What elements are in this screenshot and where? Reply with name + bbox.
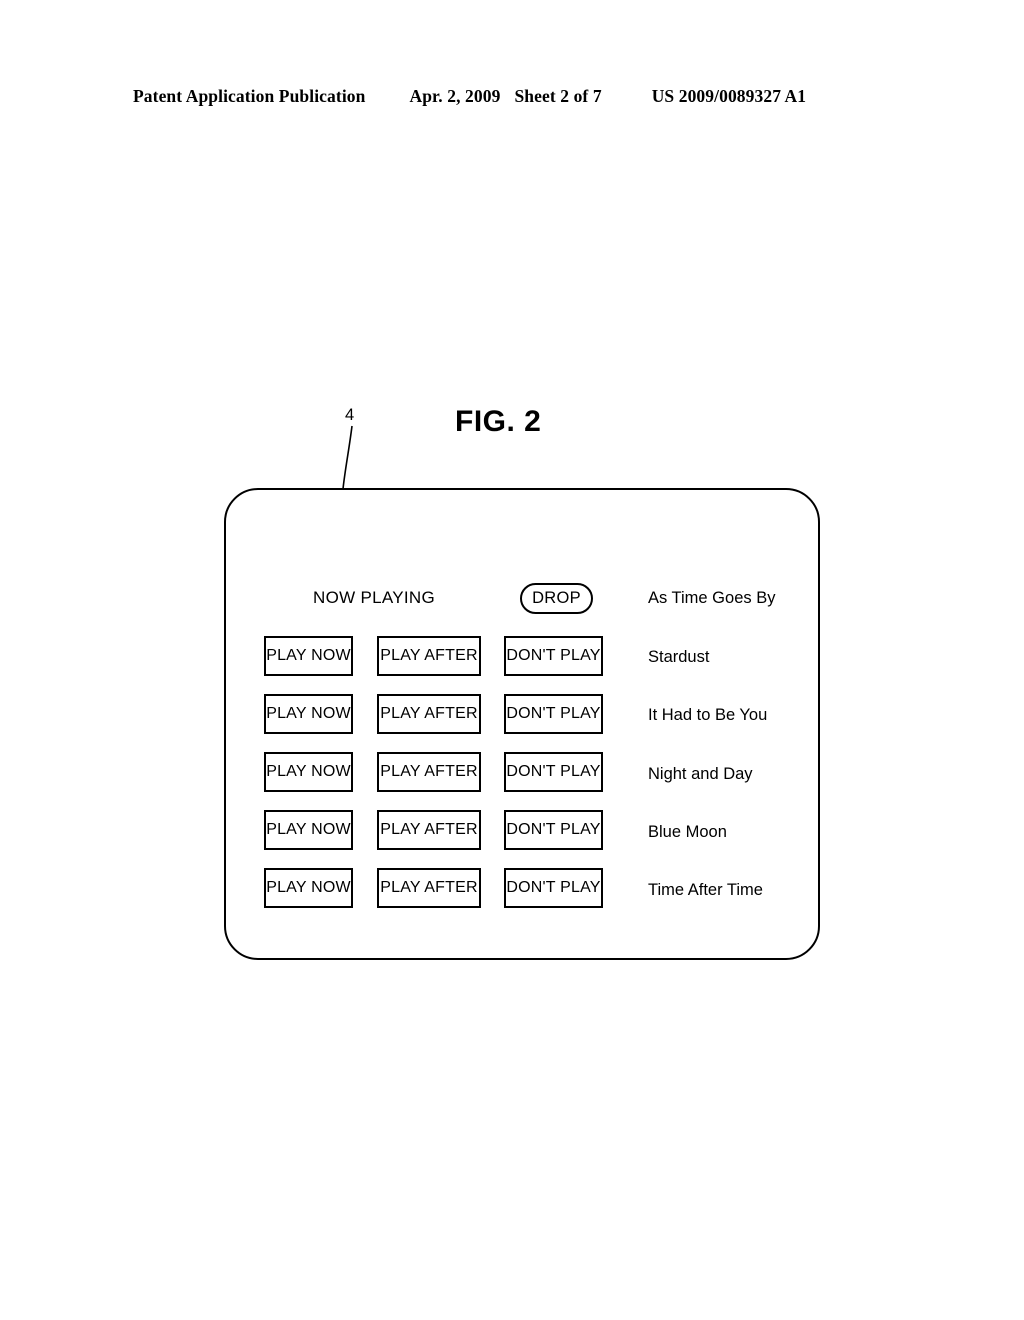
figure-title: FIG. 2 <box>455 405 542 438</box>
play-now-button[interactable]: PLAY NOW <box>264 868 353 908</box>
track-title: Blue Moon <box>648 823 727 841</box>
dont-play-button[interactable]: DON'T PLAY <box>504 752 603 792</box>
drop-button[interactable]: DROP <box>520 583 593 614</box>
play-after-button[interactable]: PLAY AFTER <box>377 636 481 676</box>
play-now-button[interactable]: PLAY NOW <box>264 694 353 734</box>
play-now-button[interactable]: PLAY NOW <box>264 636 353 676</box>
play-after-button[interactable]: PLAY AFTER <box>377 868 481 908</box>
dont-play-button[interactable]: DON'T PLAY <box>504 868 603 908</box>
header-publication-text: Patent Application Publication <box>133 86 366 106</box>
dont-play-button[interactable]: DON'T PLAY <box>504 694 603 734</box>
track-title: Night and Day <box>648 765 753 783</box>
page-header: Patent Application Publication Apr. 2, 2… <box>133 86 893 112</box>
ref-numeral-device: 4 <box>345 406 355 424</box>
play-now-button[interactable]: PLAY NOW <box>264 810 353 850</box>
dont-play-button[interactable]: DON'T PLAY <box>504 810 603 850</box>
track-title: Stardust <box>648 648 710 666</box>
track-title: It Had to Be You <box>648 706 768 724</box>
now-playing-track-title: As Time Goes By <box>648 589 776 607</box>
track-title: Time After Time <box>648 881 763 899</box>
leader-line-device <box>342 425 353 490</box>
now-playing-label: NOW PLAYING <box>313 588 436 607</box>
drop-button-label: DROP <box>532 589 581 607</box>
header-patent-number: US 2009/0089327 A1 <box>651 86 807 106</box>
header-date-text: Apr. 2, 2009 <box>409 86 501 106</box>
play-after-button[interactable]: PLAY AFTER <box>377 810 481 850</box>
play-after-button[interactable]: PLAY AFTER <box>377 694 481 734</box>
play-now-button[interactable]: PLAY NOW <box>264 752 353 792</box>
play-after-button[interactable]: PLAY AFTER <box>377 752 481 792</box>
header-sheet-text: Sheet 2 of 7 <box>514 86 602 106</box>
dont-play-button[interactable]: DON'T PLAY <box>504 636 603 676</box>
